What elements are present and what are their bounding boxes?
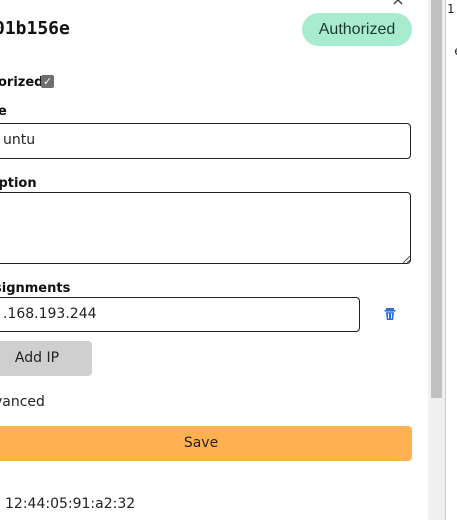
member-id: 01b156e [0, 18, 70, 39]
member-detail-panel: × 01b156e Authorized orized ✓ e untu ipt… [0, 0, 428, 520]
name-input[interactable]: untu [0, 123, 411, 159]
add-ip-button[interactable]: Add IP [0, 341, 92, 376]
authorized-checkbox[interactable]: ✓ [41, 75, 54, 88]
resize-grip-icon[interactable] [402, 255, 411, 264]
close-icon[interactable]: × [389, 0, 407, 9]
status-badge: Authorized [302, 13, 412, 46]
background-window: 1 e [445, 0, 457, 520]
mac-address: 12:44:05:91:a2:32 [5, 496, 136, 512]
background-window-text: 1 e [447, 2, 457, 58]
description-textarea[interactable] [0, 192, 411, 264]
name-label: e [0, 104, 7, 119]
advanced-toggle[interactable]: vanced [0, 394, 45, 410]
ip-assignments-label: signments [0, 281, 71, 296]
authorized-label: orized [0, 75, 44, 90]
save-button[interactable]: Save [0, 426, 412, 461]
ip-address-input[interactable]: .168.193.244 [0, 297, 360, 332]
trash-icon[interactable] [383, 307, 397, 321]
add-ip-button-label: Add IP [14, 350, 60, 366]
scrollbar-thumb[interactable] [431, 0, 442, 398]
description-label: iption [0, 176, 37, 191]
